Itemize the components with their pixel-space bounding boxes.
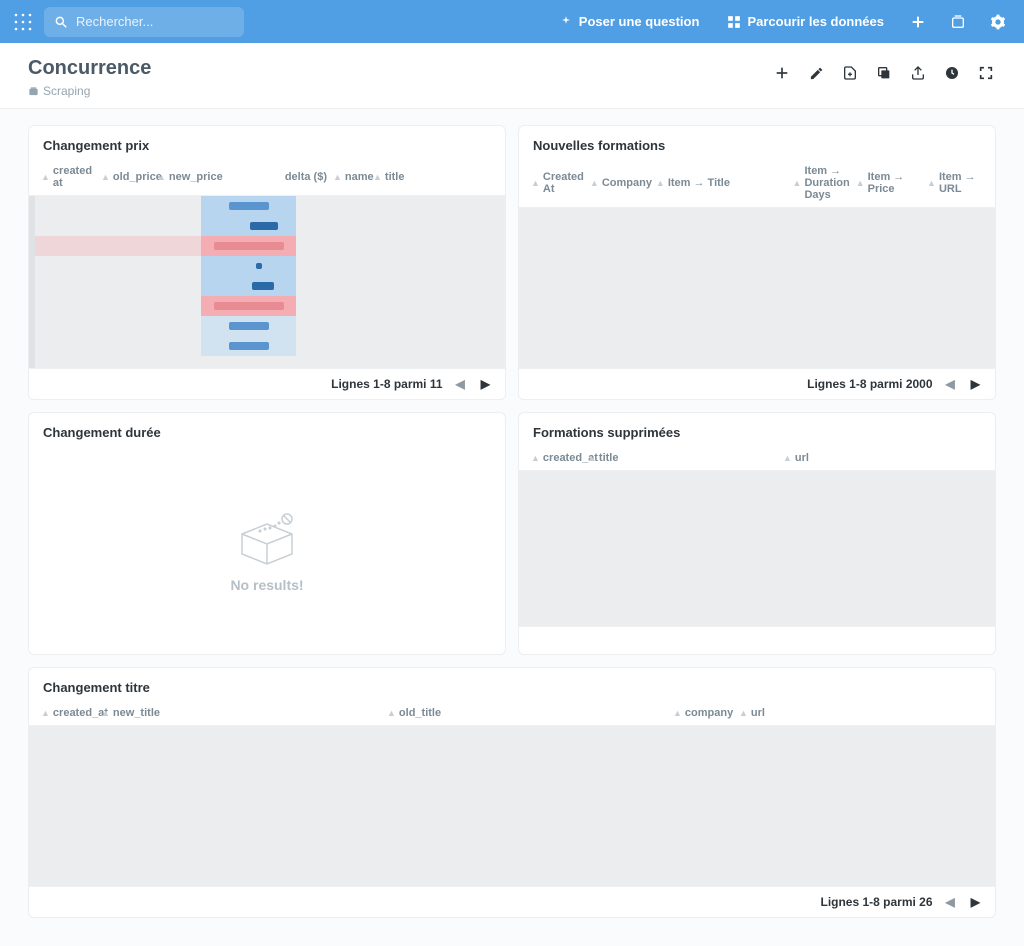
search-input[interactable] — [76, 14, 234, 29]
card-title[interactable]: Changement durée — [29, 413, 505, 448]
collection-icon[interactable] — [942, 6, 974, 38]
breadcrumb[interactable]: Scraping — [28, 84, 772, 98]
breadcrumb-label: Scraping — [43, 84, 90, 98]
card-changement-titre: Changement titre ▲created_at ▲new_title … — [28, 667, 996, 918]
column-header[interactable]: ▲name — [333, 165, 367, 189]
browse-data-label: Parcourir les données — [747, 14, 884, 29]
card-body — [29, 196, 505, 368]
column-header[interactable]: ▲created_at — [41, 707, 95, 719]
empty-box-icon — [232, 509, 302, 569]
column-header[interactable]: ▲created at — [41, 165, 95, 189]
column-header[interactable]: ▲title — [373, 165, 493, 189]
no-results-label: No results! — [230, 577, 303, 593]
card-changement-duree: Changement durée No results! — [28, 412, 506, 655]
table-row[interactable] — [201, 276, 296, 296]
card-footer — [519, 626, 995, 654]
topbar: Poser une question Parcourir les données — [0, 0, 1024, 43]
card-footer: Lignes 1-8 parmi 11 ◀ ▶ — [29, 368, 505, 399]
add-button[interactable] — [902, 6, 934, 38]
next-page-button[interactable]: ▶ — [478, 377, 493, 391]
column-header[interactable]: ▲Item → Title — [656, 165, 787, 201]
column-header[interactable]: ▲Item → URL — [927, 165, 983, 201]
add-card-button[interactable] — [772, 63, 792, 83]
history-button[interactable] — [942, 63, 962, 83]
column-header[interactable]: ▲new_price — [157, 165, 213, 189]
prev-page-button[interactable]: ◀ — [943, 895, 958, 909]
card-nouvelles-formations: Nouvelles formations ▲Created At ▲Compan… — [518, 125, 996, 400]
pagination-label: Lignes 1-8 parmi 11 — [331, 377, 442, 391]
table-row[interactable] — [201, 236, 296, 256]
pagination-label: Lignes 1-8 parmi 26 — [820, 895, 932, 909]
column-header[interactable]: delta ($) — [219, 165, 327, 189]
column-header[interactable]: ▲url — [783, 452, 983, 464]
app-logo[interactable] — [10, 9, 36, 35]
column-header[interactable]: ▲old_title — [387, 707, 667, 719]
card-title[interactable]: Nouvelles formations — [519, 126, 995, 161]
ask-question-label: Poser une question — [579, 14, 700, 29]
column-header[interactable]: ▲url — [739, 707, 983, 719]
column-header[interactable]: ▲old_price — [101, 165, 151, 189]
column-header[interactable]: ▲Created At — [531, 165, 584, 201]
card-changement-prix: Changement prix ▲created at ▲old_price ▲… — [28, 125, 506, 400]
card-title[interactable]: Formations supprimées — [519, 413, 995, 448]
card-body — [29, 726, 995, 886]
edit-button[interactable] — [806, 63, 826, 83]
table-row[interactable] — [201, 216, 296, 236]
card-body — [519, 208, 995, 368]
card-body: No results! — [29, 448, 505, 654]
prev-page-button[interactable]: ◀ — [453, 377, 468, 391]
table-row[interactable] — [201, 316, 296, 336]
dashboard-header: Concurrence Scraping — [0, 43, 1024, 109]
column-headers: ▲created_at ▲new_title ▲old_title ▲compa… — [29, 703, 995, 726]
card-footer: Lignes 1-8 parmi 2000 ◀ ▶ — [519, 368, 995, 399]
column-headers: ▲created at ▲old_price ▲new_price delta … — [29, 161, 505, 196]
prev-page-button[interactable]: ◀ — [943, 377, 958, 391]
pagination-label: Lignes 1-8 parmi 2000 — [807, 377, 932, 391]
collection-icon — [28, 86, 39, 97]
column-header[interactable]: ▲created_at — [531, 452, 581, 464]
column-header[interactable]: ▲title — [587, 452, 777, 464]
card-title[interactable]: Changement prix — [29, 126, 505, 161]
fullscreen-button[interactable] — [976, 63, 996, 83]
add-question-button[interactable] — [840, 63, 860, 83]
column-header[interactable]: ▲Item → Price — [856, 165, 921, 201]
column-header[interactable]: ▲Company — [590, 165, 650, 201]
ask-question-link[interactable]: Poser une question — [549, 14, 710, 29]
header-actions — [772, 57, 996, 83]
card-body — [519, 471, 995, 626]
dashboard-grid: Changement prix ▲created at ▲old_price ▲… — [0, 109, 1024, 946]
table-row[interactable] — [201, 296, 296, 316]
table-row[interactable] — [201, 336, 296, 356]
share-button[interactable] — [908, 63, 928, 83]
plus-sparkle-icon — [559, 15, 573, 29]
card-title[interactable]: Changement titre — [29, 668, 995, 703]
card-formations-supprimees: Formations supprimées ▲created_at ▲title… — [518, 412, 996, 655]
search-icon — [54, 15, 68, 29]
card-footer: Lignes 1-8 parmi 26 ◀ ▶ — [29, 886, 995, 917]
page-title: Concurrence — [28, 57, 772, 80]
column-headers: ▲Created At ▲Company ▲Item → Title ▲Item… — [519, 161, 995, 208]
column-headers: ▲created_at ▲title ▲url — [519, 448, 995, 471]
column-header[interactable]: ▲Item → Duration Days — [793, 165, 850, 201]
column-header[interactable]: ▲new_title — [101, 707, 381, 719]
column-header[interactable]: ▲company — [673, 707, 733, 719]
duplicate-button[interactable] — [874, 63, 894, 83]
grid-icon — [727, 15, 741, 29]
table-row[interactable] — [201, 256, 296, 276]
browse-data-link[interactable]: Parcourir les données — [717, 14, 894, 29]
next-page-button[interactable]: ▶ — [968, 895, 983, 909]
table-row[interactable] — [201, 196, 296, 216]
settings-icon[interactable] — [982, 6, 1014, 38]
next-page-button[interactable]: ▶ — [968, 377, 983, 391]
search-box[interactable] — [44, 7, 244, 37]
